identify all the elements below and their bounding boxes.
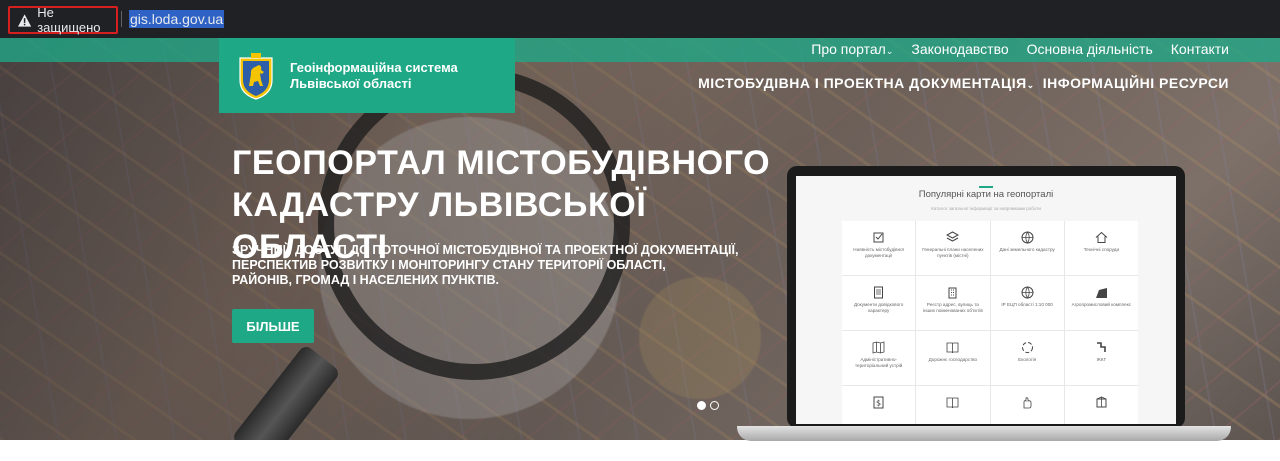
nav-item-about-label: Про портал: [811, 41, 886, 57]
address-separator: [121, 11, 122, 27]
pipe-icon: [1096, 342, 1106, 352]
map-tile-label: Реєстр адрес, вулиць та інших поіменован…: [922, 302, 983, 313]
carousel-indicators: [697, 401, 719, 410]
recycle-icon: [1021, 342, 1033, 353]
map-tile[interactable]: ЖКГ: [1064, 331, 1138, 385]
map-tile-label: Технічні споруди: [1083, 247, 1120, 252]
top-navigation: Про портал⌄ Законодавство Основна діяльн…: [811, 41, 1229, 57]
field-icon: [1095, 288, 1107, 298]
svg-text:$: $: [876, 399, 881, 408]
map-tile-label: Наявність містобудівної документації: [853, 247, 904, 258]
hand-icon: [1023, 397, 1032, 409]
screen-title-underline: [979, 186, 993, 188]
map-tile[interactable]: [990, 386, 1064, 424]
magnifier-handle-image: [230, 343, 342, 440]
hero-subtitle-line1: ЗРУЧНИЙ ДОСТУП ДО ПОТОЧНОЇ МІСТОБУДІВНОЇ…: [232, 243, 739, 257]
map-tile[interactable]: Адміністративно-територіальний устрій: [842, 331, 916, 385]
nav-item-urban-planning-label: МІСТОБУДІВНА І ПРОЕКТНА ДОКУМЕНТАЦІЯ: [698, 75, 1027, 91]
nav-item-information-resources[interactable]: ІНФОРМАЦІЙНІ РЕСУРСИ: [1043, 75, 1229, 91]
screen-title: Популярні карти на геопорталі: [918, 189, 1054, 200]
building-icon: [948, 287, 957, 299]
map-tile[interactable]: [916, 386, 990, 424]
map-tile[interactable]: $: [842, 386, 916, 424]
brand-title: Геоінформаційна система Львівської облас…: [290, 60, 458, 92]
more-button[interactable]: БІЛЬШЕ: [232, 309, 314, 343]
nav-item-contacts[interactable]: Контакти: [1171, 41, 1229, 57]
map-tile-label: ЖКГ: [1096, 357, 1107, 362]
map-tile[interactable]: Технічні споруди: [1064, 221, 1138, 275]
brand-title-line2: Львівської області: [290, 75, 412, 91]
map-tile[interactable]: Генеральні плани населених пунктів (міст…: [916, 221, 990, 275]
map-tile[interactable]: Наявність містобудівної документації: [842, 221, 916, 275]
map-tile[interactable]: ІР ЕЦП області 1:10 000: [990, 276, 1064, 330]
laptop-mockup: Популярні карти на геопорталі Каталог за…: [787, 166, 1185, 428]
map-tile[interactable]: Реєстр адрес, вулиць та інших поіменован…: [916, 276, 990, 330]
brand-logo-link[interactable]: Геоінформаційна система Львівської облас…: [219, 38, 515, 113]
map-tile-label: Генеральні плани населених пунктів (міст…: [922, 247, 984, 258]
house-icon: [1095, 231, 1108, 243]
map-tile-label: ІР ЕЦП області 1:10 000: [1001, 302, 1053, 307]
hero-subtitle-line3: РАЙОНІВ, ГРОМАД І НАСЕЛЕНИХ ПУНКТІВ.: [232, 273, 500, 287]
map-tile[interactable]: Документи довідкового характеру: [842, 276, 916, 330]
map-tile[interactable]: [1064, 386, 1138, 424]
map-tile-label: Дані земельного кадастру: [999, 247, 1055, 252]
map-tile-label: Дорожнє господарство: [928, 357, 978, 362]
map-tile-grid: Наявність містобудівної документації Гене…: [842, 221, 1138, 424]
map-tile-label: Документи довідкового характеру: [853, 302, 904, 313]
brand-title-line1: Геоінформаційна система: [290, 59, 458, 75]
hero-subtitle-line2: ПЕРСПЕКТИВ РОЗВИТКУ І МОНІТОРИНГУ СТАНУ …: [232, 258, 666, 272]
map-tile[interactable]: Агропромисловий комплекс: [1064, 276, 1138, 330]
carousel-dot-1[interactable]: [697, 401, 706, 410]
document-icon: [874, 286, 884, 299]
dollar-icon: $: [873, 396, 884, 409]
map-tile-label: Адміністративно-територіальний устрій: [854, 357, 903, 368]
nav-item-about[interactable]: Про портал⌄: [811, 41, 893, 57]
chevron-down-icon: ⌄: [885, 46, 894, 56]
hero-subtitle: ЗРУЧНИЙ ДОСТУП ДО ПОТОЧНОЇ МІСТОБУДІВНОЇ…: [232, 243, 762, 288]
laptop-screen: Популярні карти на геопорталі Каталог за…: [796, 176, 1176, 424]
map-tile-label: Екологія: [1018, 357, 1037, 362]
nav-item-legislation[interactable]: Законодавство: [911, 41, 1008, 57]
nav-item-urban-planning-docs[interactable]: МІСТОБУДІВНА І ПРОЕКТНА ДОКУМЕНТАЦІЯ⌄: [698, 75, 1035, 91]
book-icon: [946, 397, 959, 409]
map-tile-label: Агропромисловий комплекс: [1071, 302, 1132, 307]
url-text[interactable]: gis.loda.gov.ua: [129, 10, 225, 28]
chevron-down-icon: ⌄: [1026, 80, 1035, 90]
map-tile[interactable]: Дорожнє господарство: [916, 331, 990, 385]
globe-icon: [1021, 231, 1034, 244]
nav-item-main-activity[interactable]: Основна діяльність: [1027, 41, 1153, 57]
browser-address-bar: Не защищено gis.loda.gov.ua: [0, 0, 1280, 38]
map-tile[interactable]: Екологія: [990, 331, 1064, 385]
carousel-dot-2[interactable]: [710, 401, 719, 410]
lviv-coat-of-arms-icon: [239, 52, 273, 100]
map-tile[interactable]: Дані земельного кадастру: [990, 221, 1064, 275]
globe-icon: [1021, 286, 1034, 299]
screen-subtitle: Каталог загальної інформації за напрямка…: [931, 206, 1041, 211]
hero-title-line1: ГЕОПОРТАЛ МІСТОБУДІВНОГО: [232, 144, 771, 182]
book-icon: [946, 342, 959, 354]
checkbox-icon: [873, 232, 884, 243]
layers-icon: [946, 231, 960, 242]
laptop-base: [737, 426, 1231, 441]
site-security-chip[interactable]: Не защищено: [8, 5, 118, 35]
security-label: Не защищено: [37, 5, 101, 35]
box-icon: [1096, 396, 1107, 408]
main-navigation: МІСТОБУДІВНА І ПРОЕКТНА ДОКУМЕНТАЦІЯ⌄ ІН…: [698, 75, 1229, 91]
map-icon: [872, 341, 885, 354]
warning-icon: [18, 13, 32, 27]
